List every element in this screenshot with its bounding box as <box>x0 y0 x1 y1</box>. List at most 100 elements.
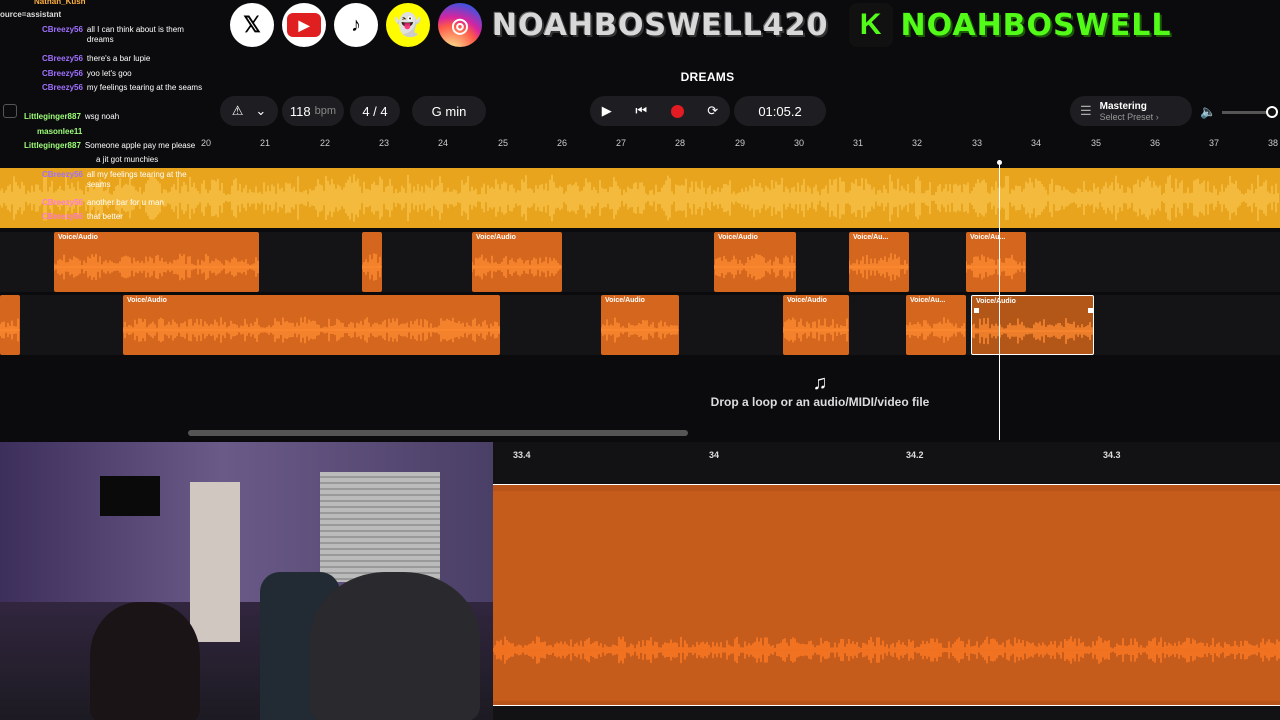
vocal-track-3: Voice/Audio Voice/Audio Voice/Audio Voice/A… <box>0 295 1280 355</box>
tempo-display[interactable]: 118 bpm <box>282 96 344 126</box>
audio-clip[interactable]: Voice/Audio <box>714 232 796 292</box>
chat-text: yoo let's goo <box>86 69 132 78</box>
audio-clip[interactable]: Voice/Audio <box>54 232 259 292</box>
webcam-feed <box>0 442 493 720</box>
clip-label: Voice/Audio <box>787 297 827 304</box>
audio-clip[interactable] <box>0 295 20 355</box>
ruler-tick-label: 23 <box>378 138 390 148</box>
clip-waveform <box>972 317 1093 345</box>
metronome-icon: ⚠ <box>231 103 244 118</box>
clip-resize-handle[interactable] <box>1088 308 1093 313</box>
audio-clip[interactable]: Voice/Audio <box>123 295 500 355</box>
ruler-tick-label: 30 <box>793 138 805 148</box>
skip-back-icon[interactable]: ⏮ <box>635 103 647 119</box>
chevron-down-icon[interactable]: ⌄ <box>255 103 266 119</box>
ruler-tick-label: 21 <box>259 138 271 148</box>
snapchat-logo-icon: 👻 <box>386 3 430 47</box>
chat-message: CBreezy56 all I can think about is them d… <box>42 25 207 45</box>
ruler-tick-label: 33 <box>971 138 983 148</box>
clip-waveform <box>601 317 679 343</box>
window-blinds <box>320 472 440 582</box>
chat-message: CBreezy56 yoo let's goo <box>42 69 132 79</box>
mastering-preset: Select Preset › <box>1099 111 1159 122</box>
chat-text: Someone apple pay me please <box>84 141 196 150</box>
bpm-unit: bpm <box>314 105 337 117</box>
chat-text: a jit got munchies <box>96 155 159 164</box>
audio-clip[interactable]: Voice/Audio <box>783 295 849 355</box>
audio-clip[interactable]: Voice/Au... <box>906 295 966 355</box>
audio-clip[interactable]: Voice/Audio <box>971 295 1094 355</box>
drop-zone-text: Drop a loop or an audio/MIDI/video file <box>710 395 930 409</box>
chat-message: CBreezy56 my feelings tearing at the seam… <box>42 83 207 93</box>
chat-username: ource=assistant <box>0 10 62 19</box>
chat-username: CBreezy56 <box>42 83 83 92</box>
clip-label: Voice/Audio <box>476 234 516 241</box>
social-banner: 𝕏 ▶ ♪ 👻 ◎ NOAHBOSWELL420 K NOAHBOSWELL <box>230 2 1171 48</box>
time-display: 01:05.2 <box>734 96 826 126</box>
mastering-label: Mastering <box>1099 100 1147 112</box>
ruler-tick-label: 25 <box>497 138 509 148</box>
instagram-logo-icon: ◎ <box>438 3 482 47</box>
clip-waveform <box>966 254 1026 280</box>
bpm-value: 118 <box>289 103 311 119</box>
volume-control[interactable]: 🔈 <box>1200 104 1279 120</box>
chat-text: all my feelings tearing at the seams <box>86 170 187 189</box>
horizontal-scrollbar[interactable] <box>188 430 688 436</box>
person-left <box>90 602 200 720</box>
clip-waveform <box>906 317 966 343</box>
mastering-button[interactable]: ☰ Mastering Select Preset › <box>1070 96 1192 126</box>
chat-text: my feelings tearing at the seams <box>86 83 203 92</box>
metronome-control[interactable]: ⚠ ⌄ <box>220 96 278 126</box>
mixer-icon: ☰ <box>1080 103 1092 118</box>
audio-clip[interactable] <box>362 232 382 292</box>
clip-waveform <box>714 253 796 281</box>
chat-username: Littleginger887 <box>24 141 81 150</box>
playhead[interactable] <box>997 160 1002 440</box>
chat-message: Littleginger887 wsg noah <box>24 112 119 122</box>
zoom-ruler-label: 34 <box>709 450 720 460</box>
ruler-tick-label: 36 <box>1149 138 1161 148</box>
audio-clip[interactable]: Voice/Audio <box>472 232 562 292</box>
zoom-ruler-label: 33.4 <box>513 450 531 460</box>
play-icon[interactable]: ▶ <box>602 103 612 119</box>
zoomed-clip[interactable] <box>492 484 1280 706</box>
clip-waveform <box>0 318 20 342</box>
chat-message: CBreezy56 another bar for u man <box>42 198 164 208</box>
drop-zone[interactable]: ♫ Drop a loop or an audio/MIDI/video fil… <box>700 372 940 409</box>
chat-username: CBreezy56 <box>42 69 83 78</box>
chat-message: masonlee11 <box>37 127 82 137</box>
chat-message: CBreezy56 there's a bar lupie <box>42 54 150 64</box>
chat-username: CBreezy56 <box>42 212 83 221</box>
clip-resize-handle[interactable] <box>974 308 979 313</box>
audio-clip[interactable]: Voice/Au... <box>966 232 1026 292</box>
chat-text: all I can think about is them dreams <box>86 25 184 44</box>
clip-label: Voice/Audio <box>127 297 167 304</box>
volume-knob[interactable] <box>1266 105 1279 118</box>
ruler-tick-label: 38 <box>1267 138 1279 148</box>
record-button[interactable] <box>670 104 684 118</box>
clip-label: Voice/Audio <box>718 234 758 241</box>
chat-message: ource=assistant <box>0 10 61 20</box>
chat-text: another bar for u man <box>86 198 164 207</box>
audio-clip[interactable]: Voice/Au... <box>849 232 909 292</box>
clip-waveform <box>783 317 849 343</box>
ruler-tick-label: 34 <box>1030 138 1042 148</box>
time-signature[interactable]: 4 / 4 <box>350 96 400 126</box>
person-right <box>310 572 480 720</box>
chat-text: that better <box>86 212 123 221</box>
transport-controls: ▶ ⏮ ⟳ <box>590 96 730 126</box>
chat-username: CBreezy56 <box>42 198 83 207</box>
key-selector[interactable]: G min <box>412 96 486 126</box>
clip-zoom-editor: 33.4 34 34.2 34.3 <box>492 442 1280 720</box>
volume-slider[interactable] <box>1222 105 1279 118</box>
zoomed-waveform <box>492 636 1280 664</box>
ruler-tick-label: 24 <box>437 138 449 148</box>
audio-clip[interactable]: Voice/Audio <box>601 295 679 355</box>
chat-text: there's a bar lupie <box>86 54 151 63</box>
loop-icon[interactable]: ⟳ <box>707 103 718 119</box>
song-title: DREAMS <box>680 70 735 84</box>
chat-message: CBreezy56 that better <box>42 212 123 222</box>
screen: DREAMS ⚠ ⌄ 118 bpm 4 / 4 G min ▶ ⏮ ⟳ 01:… <box>0 0 1280 720</box>
clip-waveform <box>472 254 562 280</box>
clip-waveform <box>123 316 500 344</box>
